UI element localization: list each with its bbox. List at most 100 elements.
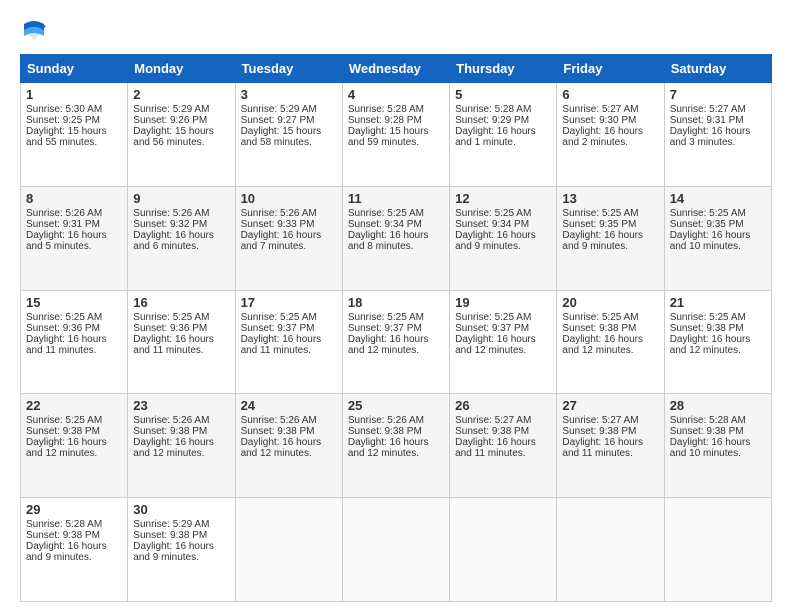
sunrise-label: Sunrise: 5:29 AM (241, 104, 317, 115)
calendar-cell: 10Sunrise: 5:26 AMSunset: 9:33 PMDayligh… (235, 186, 342, 290)
calendar-row: 8Sunrise: 5:26 AMSunset: 9:31 PMDaylight… (21, 186, 772, 290)
calendar-cell: 29Sunrise: 5:28 AMSunset: 9:38 PMDayligh… (21, 498, 128, 602)
day-number: 24 (241, 398, 337, 413)
calendar-cell (557, 498, 664, 602)
sunset-label: Sunset: 9:26 PM (133, 115, 207, 126)
daylight-label: Daylight: 16 hours and 12 minutes. (133, 437, 214, 459)
calendar-cell: 3Sunrise: 5:29 AMSunset: 9:27 PMDaylight… (235, 83, 342, 187)
calendar-cell: 9Sunrise: 5:26 AMSunset: 9:32 PMDaylight… (128, 186, 235, 290)
sunset-label: Sunset: 9:37 PM (241, 323, 315, 334)
sunrise-label: Sunrise: 5:28 AM (348, 104, 424, 115)
daylight-label: Daylight: 16 hours and 11 minutes. (133, 334, 214, 356)
daylight-label: Daylight: 15 hours and 58 minutes. (241, 126, 322, 148)
sunset-label: Sunset: 9:35 PM (670, 219, 744, 230)
daylight-label: Daylight: 15 hours and 59 minutes. (348, 126, 429, 148)
day-header-friday: Friday (557, 55, 664, 83)
calendar-cell: 8Sunrise: 5:26 AMSunset: 9:31 PMDaylight… (21, 186, 128, 290)
daylight-label: Daylight: 15 hours and 56 minutes. (133, 126, 214, 148)
daylight-label: Daylight: 16 hours and 12 minutes. (348, 334, 429, 356)
sunrise-label: Sunrise: 5:25 AM (26, 415, 102, 426)
day-number: 15 (26, 295, 122, 310)
sunset-label: Sunset: 9:38 PM (670, 323, 744, 334)
calendar-cell: 14 Sunrise: 5:25 AMSunset: 9:35 PMDayligh… (664, 186, 771, 290)
calendar-cell: 30Sunrise: 5:29 AMSunset: 9:38 PMDayligh… (128, 498, 235, 602)
day-number: 23 (133, 398, 229, 413)
sunrise-label: Sunrise: 5:26 AM (348, 415, 424, 426)
sunrise-label: Sunrise: 5:27 AM (455, 415, 531, 426)
sunset-label: Sunset: 9:36 PM (133, 323, 207, 334)
sunrise-label: Sunrise: 5:30 AM (26, 104, 102, 115)
day-header-monday: Monday (128, 55, 235, 83)
sunset-label: Sunset: 9:38 PM (562, 426, 636, 437)
calendar-cell (664, 498, 771, 602)
calendar-cell: 22Sunrise: 5:25 AMSunset: 9:38 PMDayligh… (21, 394, 128, 498)
daylight-label: Daylight: 16 hours and 6 minutes. (133, 230, 214, 252)
sunset-label: Sunset: 9:34 PM (348, 219, 422, 230)
sunset-label: Sunset: 9:38 PM (133, 530, 207, 541)
sunrise-label: Sunrise: 5:27 AM (670, 104, 746, 115)
calendar-cell: 21Sunrise: 5:25 AMSunset: 9:38 PMDayligh… (664, 290, 771, 394)
daylight-label: Daylight: 16 hours and 12 minutes. (670, 334, 751, 356)
calendar-cell: 19Sunrise: 5:25 AMSunset: 9:37 PMDayligh… (450, 290, 557, 394)
calendar-cell: 17Sunrise: 5:25 AMSunset: 9:37 PMDayligh… (235, 290, 342, 394)
daylight-label: Daylight: 16 hours and 11 minutes. (562, 437, 643, 459)
sunrise-label: Sunrise: 5:26 AM (26, 208, 102, 219)
calendar-row: 29Sunrise: 5:28 AMSunset: 9:38 PMDayligh… (21, 498, 772, 602)
sunset-label: Sunset: 9:31 PM (670, 115, 744, 126)
calendar-cell: 12Sunrise: 5:25 AMSunset: 9:34 PMDayligh… (450, 186, 557, 290)
calendar-row: 15Sunrise: 5:25 AMSunset: 9:36 PMDayligh… (21, 290, 772, 394)
sunset-label: Sunset: 9:27 PM (241, 115, 315, 126)
day-number: 25 (348, 398, 444, 413)
sunset-label: Sunset: 9:37 PM (455, 323, 529, 334)
sunset-label: Sunset: 9:38 PM (241, 426, 315, 437)
calendar-cell (450, 498, 557, 602)
sunset-label: Sunset: 9:31 PM (26, 219, 100, 230)
sunset-label: Sunset: 9:34 PM (455, 219, 529, 230)
calendar-cell: 15Sunrise: 5:25 AMSunset: 9:36 PMDayligh… (21, 290, 128, 394)
sunrise-label: Sunrise: 5:25 AM (670, 208, 746, 219)
sunset-label: Sunset: 9:38 PM (26, 426, 100, 437)
day-number: 29 (26, 502, 122, 517)
daylight-label: Daylight: 16 hours and 9 minutes. (455, 230, 536, 252)
sunrise-label: Sunrise: 5:25 AM (455, 312, 531, 323)
day-header-thursday: Thursday (450, 55, 557, 83)
calendar-cell: 1Sunrise: 5:30 AMSunset: 9:25 PMDaylight… (21, 83, 128, 187)
calendar-cell: 26Sunrise: 5:27 AMSunset: 9:38 PMDayligh… (450, 394, 557, 498)
day-number: 22 (26, 398, 122, 413)
sunset-label: Sunset: 9:32 PM (133, 219, 207, 230)
sunset-label: Sunset: 9:36 PM (26, 323, 100, 334)
daylight-label: Daylight: 16 hours and 10 minutes. (670, 230, 751, 252)
calendar-cell (235, 498, 342, 602)
calendar-cell: 7Sunrise: 5:27 AMSunset: 9:31 PMDaylight… (664, 83, 771, 187)
day-number: 20 (562, 295, 658, 310)
daylight-label: Daylight: 16 hours and 12 minutes. (455, 334, 536, 356)
sunset-label: Sunset: 9:35 PM (562, 219, 636, 230)
sunrise-label: Sunrise: 5:25 AM (241, 312, 317, 323)
sunset-label: Sunset: 9:38 PM (348, 426, 422, 437)
calendar-cell: 20Sunrise: 5:25 AMSunset: 9:38 PMDayligh… (557, 290, 664, 394)
sunset-label: Sunset: 9:29 PM (455, 115, 529, 126)
calendar-row: 22Sunrise: 5:25 AMSunset: 9:38 PMDayligh… (21, 394, 772, 498)
sunrise-label: Sunrise: 5:25 AM (562, 312, 638, 323)
sunset-label: Sunset: 9:28 PM (348, 115, 422, 126)
logo-icon (20, 16, 48, 44)
day-number: 16 (133, 295, 229, 310)
calendar-cell: 16Sunrise: 5:25 AMSunset: 9:36 PMDayligh… (128, 290, 235, 394)
daylight-label: Daylight: 16 hours and 1 minute. (455, 126, 536, 148)
sunset-label: Sunset: 9:30 PM (562, 115, 636, 126)
day-number: 10 (241, 191, 337, 206)
day-number: 14 (670, 191, 766, 206)
page-header (20, 16, 772, 44)
sunrise-label: Sunrise: 5:27 AM (562, 104, 638, 115)
day-number: 1 (26, 87, 122, 102)
day-header-sunday: Sunday (21, 55, 128, 83)
daylight-label: Daylight: 16 hours and 2 minutes. (562, 126, 643, 148)
calendar-cell: 23Sunrise: 5:26 AMSunset: 9:38 PMDayligh… (128, 394, 235, 498)
sunrise-label: Sunrise: 5:25 AM (562, 208, 638, 219)
daylight-label: Daylight: 16 hours and 10 minutes. (670, 437, 751, 459)
calendar-table: SundayMondayTuesdayWednesdayThursdayFrid… (20, 54, 772, 602)
calendar-cell: 27Sunrise: 5:27 AMSunset: 9:38 PMDayligh… (557, 394, 664, 498)
calendar-cell: 6Sunrise: 5:27 AMSunset: 9:30 PMDaylight… (557, 83, 664, 187)
sunset-label: Sunset: 9:38 PM (26, 530, 100, 541)
sunrise-label: Sunrise: 5:29 AM (133, 519, 209, 530)
